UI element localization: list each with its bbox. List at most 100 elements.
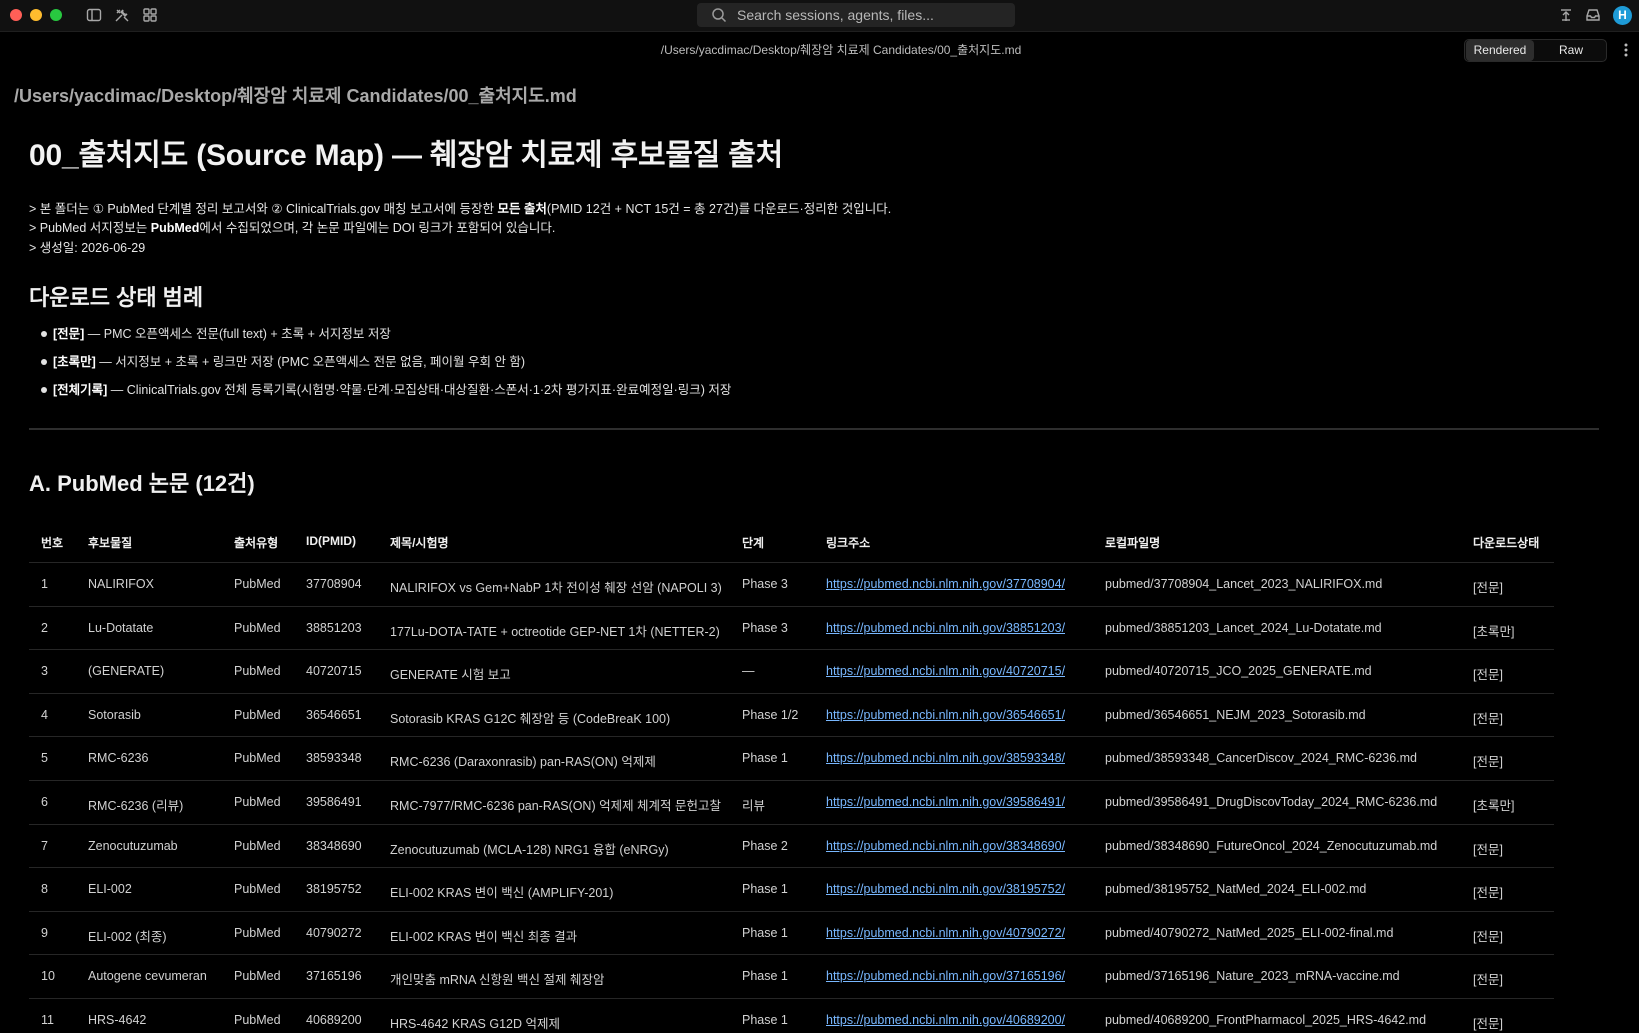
cell-candidate: Zenocutuzumab [88,838,178,853]
table-row: 6 RMC-6236 (리뷰) PubMed 39586491 RMC-7977/RMC… [29,780,1554,824]
pubmed-link[interactable]: https://pubmed.ncbi.nlm.nih.gov/38851203… [826,621,1065,635]
table-row: 11 HRS-4642 PubMed 40689200 HRS-4642 KRAS G1… [29,998,1554,1033]
cell-phase: Phase 1/2 [742,707,799,722]
cell-link: https://pubmed.ncbi.nlm.nih.gov/40689200… [826,1013,1065,1027]
raw-view-button[interactable]: Raw [1537,40,1605,61]
pubmed-link[interactable]: https://pubmed.ncbi.nlm.nih.gov/39586491… [826,795,1065,809]
cell-candidate: HRS-4642 [88,1013,147,1027]
cell-phase: Phase 3 [742,620,788,635]
cell-phase: Phase 1 [742,882,788,897]
cell-link: https://pubmed.ncbi.nlm.nih.gov/38195752… [826,882,1065,896]
table-row: 8 ELI-002 PubMed 38195752 ELI-002 KRAS 변이 백신… [29,867,1554,911]
cell-source-type: PubMed [234,751,281,766]
cell-link: https://pubmed.ncbi.nlm.nih.gov/39586491… [826,795,1065,809]
cell-title: RMC-6236 (Daraxonrasib) pan-RAS(ON) 억제제 [390,755,656,770]
search-bar[interactable] [697,3,1015,27]
cell-candidate: NALIRIFOX [88,577,154,591]
table-row: 5 RMC-6236 PubMed 38593348 RMC-6236 (Daraxon… [29,736,1554,780]
cell-pmid: 38851203 [306,620,362,635]
cell-pmid: 37708904 [306,577,362,591]
cell-phase: Phase 1 [742,925,788,940]
legend-tag: [초록만] [53,355,96,369]
grid-apps-icon[interactable] [142,7,158,23]
pubmed-link[interactable]: https://pubmed.ncbi.nlm.nih.gov/38195752… [826,882,1065,896]
pubmed-link[interactable]: https://pubmed.ncbi.nlm.nih.gov/36546651… [826,708,1065,722]
table-header: 번호 후보물질 출처유형 ID(PMID) 제목/시험명 단계 링크주소 로컬파일명 다운로드상… [29,522,1554,562]
sidebar-toggle-icon[interactable] [86,7,102,23]
cell-title: GENERATE 시험 보고 [390,668,511,683]
more-options-icon[interactable] [1622,41,1630,59]
rendered-view-button[interactable]: Rendered [1466,40,1534,61]
cell-phase: Phase 1 [742,1013,788,1027]
cell-source-type: PubMed [234,795,281,809]
column-header-source-type: 출처유형 [234,536,279,550]
legend-heading: 다운로드 상태 범례 [29,285,204,310]
cell-title: Zenocutuzumab (MCLA-128) NRG1 융합 (eNRGy) [390,842,669,857]
cell-download-status: [초록만] [1473,624,1515,639]
pubmed-link[interactable]: https://pubmed.ncbi.nlm.nih.gov/37165196… [826,969,1065,983]
cell-download-status: [초록만] [1473,799,1515,813]
zoom-window-button[interactable] [50,9,62,21]
cell-pmid: 40790272 [306,925,362,940]
cell-source-type: PubMed [234,882,281,897]
table-row: 4 Sotorasib PubMed 36546651 Sotorasib KRAS G… [29,692,1554,737]
cell-pmid: 38593348 [306,751,362,766]
cell-number: 8 [41,882,48,897]
table-row: 1 NALIRIFOX PubMed 37708904 NALIRIFOX vs Gem… [29,562,1554,606]
cell-local-file: pubmed/40689200_FrontPharmacol_2025_HRS-… [1105,1013,1427,1027]
table-row: 2 Lu-Dotatate PubMed 38851203 177Lu-DOTA-TAT… [29,605,1554,650]
legend-item: [초록만] — 서지정보 + 초록 + 링크만 저장 (PMC 오픈액세스 전문… [41,351,525,370]
view-mode-toggle: Rendered Raw [1464,39,1607,62]
cell-number: 11 [41,1013,54,1027]
bullet-dot [41,387,47,393]
file-path: /Users/yacdimac/Desktop/췌장암 치료제 Candidat… [660,43,1022,57]
pubmed-link[interactable]: https://pubmed.ncbi.nlm.nih.gov/40790272… [826,926,1065,940]
close-window-button[interactable] [10,9,22,21]
quote-line: > 본 폴더는 ① PubMed 단계별 정리 보고서와 ② ClinicalT… [29,198,891,217]
cell-source-type: PubMed [234,838,281,853]
avatar[interactable]: H [1613,6,1632,25]
cell-download-status: [전문] [1473,581,1503,595]
cell-download-status: [전문] [1473,842,1503,857]
bullet-dot [41,331,47,337]
file-heading: /Users/yacdimac/Desktop/췌장암 치료제 Candidat… [14,86,577,106]
cell-link: https://pubmed.ncbi.nlm.nih.gov/38593348… [826,751,1065,765]
legend-item: [전체기록] — ClinicalTrials.gov 전체 등록기록(시험명·… [41,379,731,398]
legend-desc: — PMC 오픈액세스 전문(full text) + 초록 + 서지정보 저장 [84,327,391,341]
cell-source-type: PubMed [234,1013,281,1027]
cell-local-file: pubmed/38348690_FutureOncol_2024_Zenocut… [1105,838,1438,853]
table-row: 7 Zenocutuzumab PubMed 38348690 Zenocutuzuma… [29,823,1554,868]
pubmed-link[interactable]: https://pubmed.ncbi.nlm.nih.gov/38593348… [826,751,1065,765]
cell-title: 177Lu-DOTA-TATE + octreotide GEP-NET 1차 … [390,624,720,639]
search-input[interactable] [737,3,1007,27]
cell-candidate: (GENERATE) [88,664,165,679]
cell-source-type: PubMed [234,664,281,679]
section-a-heading: A. PubMed 논문 (12건) [29,471,255,496]
document-title: 00_출처지도 (Source Map) — 췌장암 치료제 후보물질 출처 [29,139,784,172]
cell-local-file: pubmed/40790272_NatMed_2025_ELI-002-fina… [1105,925,1394,940]
title-bar: H [0,0,1639,32]
column-header-local-file: 로컬파일명 [1105,536,1161,550]
cell-local-file: pubmed/38593348_CancerDiscov_2024_RMC-62… [1105,751,1417,766]
inbox-icon[interactable] [1585,7,1601,23]
pubmed-link[interactable]: https://pubmed.ncbi.nlm.nih.gov/37708904… [826,577,1065,591]
cell-number: 5 [41,751,48,766]
pubmed-link[interactable]: https://pubmed.ncbi.nlm.nih.gov/40689200… [826,1013,1065,1027]
cell-phase: — [742,664,755,679]
minimize-window-button[interactable] [30,9,42,21]
cell-link: https://pubmed.ncbi.nlm.nih.gov/38851203… [826,621,1065,635]
cell-local-file: pubmed/38195752_NatMed_2024_ELI-002.md [1105,882,1367,897]
pin-icon[interactable] [1558,7,1574,23]
pubmed-link[interactable]: https://pubmed.ncbi.nlm.nih.gov/38348690… [826,839,1065,853]
quote-line: > PubMed 서지정보는 PubMed에서 수집되었으며, 각 논문 파일에… [29,217,555,236]
quote-bold: PubMed [150,221,200,235]
tools-icon[interactable] [114,7,130,23]
legend-tag: [전체기록] [53,383,108,397]
cell-download-status: [전문] [1473,973,1503,988]
cell-link: https://pubmed.ncbi.nlm.nih.gov/38348690… [826,839,1065,853]
legend-desc: — ClinicalTrials.gov 전체 등록기록(시험명·약물·단계·모… [107,383,732,397]
column-header-pmid: ID(PMID) [306,534,356,548]
cell-pmid: 38195752 [306,882,362,897]
pubmed-link[interactable]: https://pubmed.ncbi.nlm.nih.gov/40720715… [826,664,1065,678]
cell-source-type: PubMed [234,707,281,722]
